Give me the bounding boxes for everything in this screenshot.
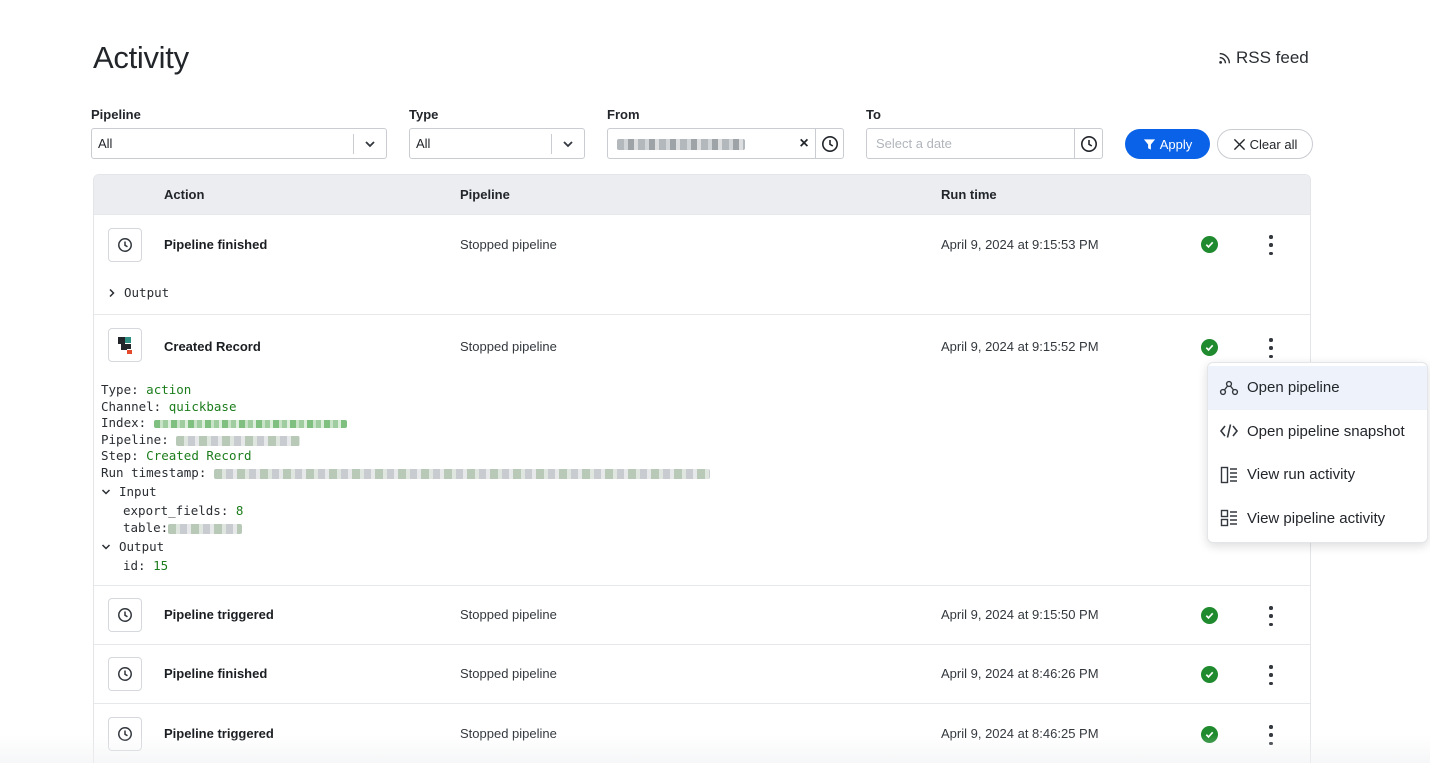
success-status-icon <box>1201 339 1218 356</box>
column-header-pipeline: Pipeline <box>460 187 510 202</box>
menu-item-open-pipeline[interactable]: Open pipeline <box>1208 366 1427 410</box>
table-row[interactable]: Pipeline finished Stopped pipeline April… <box>94 214 1310 314</box>
row-run-time: April 9, 2024 at 9:15:53 PM <box>941 237 1099 252</box>
row-pipeline: Stopped pipeline <box>460 607 557 622</box>
column-header-run-time: Run time <box>941 187 997 202</box>
detail-pipeline: Pipeline: <box>101 432 301 447</box>
menu-item-label: Open pipeline snapshot <box>1247 422 1405 440</box>
type-filter-select[interactable]: All <box>409 128 585 159</box>
clock-icon <box>108 598 142 632</box>
success-status-icon <box>1201 236 1218 253</box>
row-action: Pipeline triggered <box>164 607 274 622</box>
detail-channel: Channel: quickbase <box>101 399 237 414</box>
clear-all-label: Clear all <box>1249 136 1298 152</box>
run-activity-icon <box>1220 466 1237 483</box>
row-actions-menu-button[interactable] <box>1264 235 1278 255</box>
menu-item-view-run-activity[interactable]: View run activity <box>1208 453 1427 497</box>
clock-icon <box>108 657 142 691</box>
from-filter-label: From <box>607 107 640 122</box>
chevron-right-icon <box>109 288 115 297</box>
rss-feed-link[interactable]: RSS feed <box>1218 48 1309 68</box>
quickbase-logo-icon <box>108 328 142 362</box>
apply-button[interactable]: Apply <box>1125 129 1210 159</box>
activity-table: Action Pipeline Run time Pipeline finish… <box>93 174 1311 763</box>
row-action: Pipeline triggered <box>164 726 274 741</box>
chevron-down-icon <box>101 543 111 550</box>
filter-icon <box>1143 138 1155 150</box>
table-row[interactable]: Pipeline triggered Stopped pipeline Apri… <box>94 703 1310 763</box>
menu-item-label: Open pipeline <box>1247 379 1340 397</box>
menu-item-label: View pipeline activity <box>1247 509 1386 527</box>
row-action: Pipeline finished <box>164 666 268 681</box>
close-icon <box>1233 138 1245 150</box>
row-actions-menu-button[interactable] <box>1264 606 1278 626</box>
row-actions-menu-button[interactable] <box>1264 725 1278 745</box>
to-filter-label: To <box>866 107 881 122</box>
row-actions-menu-button[interactable] <box>1264 338 1278 358</box>
clock-icon <box>108 228 142 262</box>
pipeline-activity-icon <box>1220 510 1237 527</box>
table-row[interactable]: Pipeline finished Stopped pipeline April… <box>94 644 1310 703</box>
success-status-icon <box>1201 607 1218 624</box>
detail-run-timestamp: Run timestamp: <box>101 465 710 480</box>
menu-item-open-pipeline-snapshot[interactable]: Open pipeline snapshot <box>1208 410 1427 454</box>
detail-id: id: 15 <box>123 558 169 573</box>
row-pipeline: Stopped pipeline <box>460 726 557 741</box>
detail-step: Step: Created Record <box>101 448 252 463</box>
chevron-down-icon[interactable] <box>354 137 386 151</box>
detail-table: table: <box>123 520 243 535</box>
type-filter-value: All <box>416 136 431 151</box>
row-run-time: April 9, 2024 at 9:15:52 PM <box>941 339 1099 354</box>
pipeline-filter-label: Pipeline <box>91 107 141 122</box>
pipeline-icon <box>1219 380 1239 395</box>
table-row-expanded[interactable]: Created Record Stopped pipeline April 9,… <box>94 314 1310 585</box>
table-header: Action Pipeline Run time <box>94 175 1310 214</box>
row-run-time: April 9, 2024 at 8:46:25 PM <box>941 726 1099 741</box>
page-title: Activity <box>93 40 189 75</box>
clock-icon[interactable] <box>815 129 843 158</box>
detail-type: Type: action <box>101 382 192 397</box>
detail-index: Index: <box>101 415 347 430</box>
table-row[interactable]: Pipeline triggered Stopped pipeline Apri… <box>94 585 1310 644</box>
row-run-time: April 9, 2024 at 8:46:26 PM <box>941 666 1099 681</box>
success-status-icon <box>1201 726 1218 743</box>
row-pipeline: Stopped pipeline <box>460 339 557 354</box>
chevron-down-icon[interactable] <box>552 137 584 151</box>
row-actions-menu-button[interactable] <box>1264 665 1278 685</box>
type-filter-label: Type <box>409 107 439 122</box>
from-date-input[interactable]: × <box>607 128 844 159</box>
pipeline-filter-value: All <box>98 136 113 151</box>
success-status-icon <box>1201 666 1218 683</box>
menu-item-label: View run activity <box>1247 466 1356 484</box>
clock-icon[interactable] <box>1074 129 1102 158</box>
code-icon <box>1219 424 1239 438</box>
column-header-action: Action <box>164 187 205 202</box>
clock-icon <box>108 717 142 751</box>
output-toggle[interactable]: Output <box>101 539 164 554</box>
row-actions-menu: Open pipeline Open pipeline snapshot Vie… <box>1207 362 1428 543</box>
chevron-down-icon <box>101 488 111 495</box>
to-date-placeholder: Select a date <box>876 136 952 151</box>
pipeline-filter-select[interactable]: All <box>91 128 387 159</box>
row-run-time: April 9, 2024 at 9:15:50 PM <box>941 607 1099 622</box>
rss-icon <box>1219 52 1231 64</box>
detail-export-fields: export_fields: 8 <box>123 503 244 518</box>
menu-item-view-pipeline-activity[interactable]: View pipeline activity <box>1208 497 1427 541</box>
to-date-input[interactable]: Select a date <box>866 128 1103 159</box>
row-action: Created Record <box>164 339 261 354</box>
rss-feed-label: RSS feed <box>1236 48 1309 67</box>
row-pipeline: Stopped pipeline <box>460 237 557 252</box>
clear-all-button[interactable]: Clear all <box>1217 129 1313 159</box>
from-date-value-redacted <box>608 136 793 151</box>
clear-date-icon[interactable]: × <box>793 135 815 153</box>
output-toggle[interactable]: Output <box>108 285 169 300</box>
row-pipeline: Stopped pipeline <box>460 666 557 681</box>
apply-label: Apply <box>1159 136 1193 152</box>
row-action: Pipeline finished <box>164 237 268 252</box>
output-label: Output <box>124 285 170 300</box>
input-toggle[interactable]: Input <box>101 484 157 499</box>
